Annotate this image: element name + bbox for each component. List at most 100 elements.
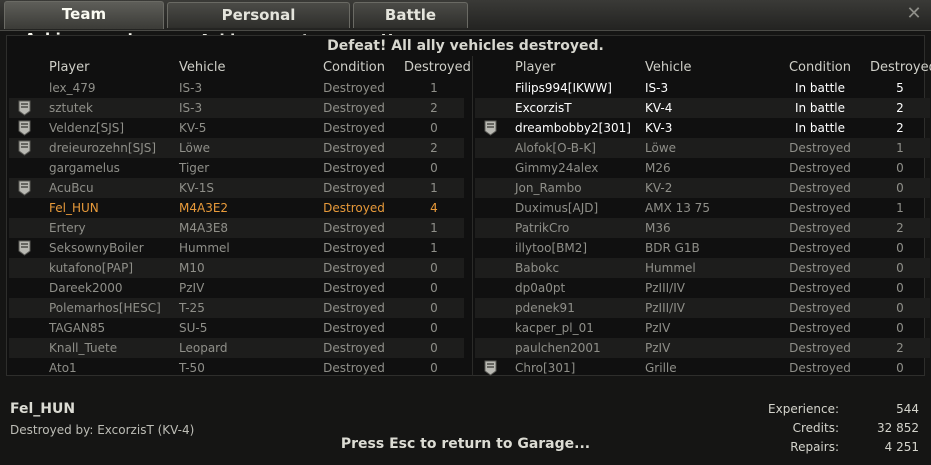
player-name-cell: dreieurozehn[SJS] <box>49 141 157 155</box>
condition-cell: Destroyed <box>323 141 385 155</box>
table-row[interactable]: Duximus[AJD] AMX 13 75 Destroyed 1 <box>475 198 930 218</box>
destroyed-cell: 2 <box>896 101 904 115</box>
player-name-cell: Filips994[IKWW] <box>515 81 612 95</box>
player-name-cell: ExcorzisT <box>515 101 572 115</box>
table-row[interactable]: dreieurozehn[SJS] Löwe Destroyed 2 <box>9 138 464 158</box>
vehicle-cell: Grille <box>645 361 677 375</box>
destroyed-cell: 0 <box>430 341 438 355</box>
destroyed-cell: 1 <box>430 221 438 235</box>
condition-cell: Destroyed <box>323 361 385 375</box>
table-row[interactable]: pdenek91 PzIII/IV Destroyed 0 <box>475 298 930 318</box>
condition-cell: Destroyed <box>323 101 385 115</box>
tab-team-achievements[interactable]: Team Achievements <box>4 1 164 48</box>
condition-cell: Destroyed <box>323 181 385 195</box>
player-name-cell: gargamelus <box>49 161 120 175</box>
table-row[interactable]: lex_479 IS-3 Destroyed 1 <box>9 78 464 98</box>
destroyed-cell: 0 <box>896 361 904 375</box>
header-player[interactable]: Player <box>49 58 89 78</box>
battle-results-window: Team Achievements Personal Achievements … <box>0 0 931 465</box>
destroyed-cell: 0 <box>430 321 438 335</box>
vehicle-cell: T-50 <box>179 361 205 375</box>
table-row[interactable]: Knall_Tuete Leopard Destroyed 0 <box>9 338 464 358</box>
table-row[interactable]: TAGAN85 SU-5 Destroyed 0 <box>9 318 464 338</box>
header-destroyed[interactable]: Destroyed <box>404 58 471 78</box>
destroyed-cell: 1 <box>430 181 438 195</box>
table-row[interactable]: kacper_pl_01 PzIV Destroyed 0 <box>475 318 930 338</box>
header-vehicle[interactable]: Vehicle <box>179 58 226 78</box>
table-row[interactable]: dreambobby2[301] KV-3 In battle 2 <box>475 118 930 138</box>
destroyed-cell: 0 <box>896 321 904 335</box>
condition-cell: Destroyed <box>789 141 851 155</box>
destroyed-cell: 0 <box>896 161 904 175</box>
destroyed-cell: 2 <box>896 341 904 355</box>
vehicle-cell: PzIV <box>645 321 671 335</box>
condition-cell: Destroyed <box>789 241 851 255</box>
close-icon[interactable]: ✕ <box>905 4 923 24</box>
condition-cell: In battle <box>794 121 846 135</box>
vehicle-cell: KV-2 <box>645 181 673 195</box>
stat-label: Repairs: <box>790 440 839 454</box>
player-name-cell: SeksownyBoiler <box>49 241 144 255</box>
table-row[interactable]: SeksownyBoiler Hummel Destroyed 1 <box>9 238 464 258</box>
header-destroyed[interactable]: Destroyed <box>870 58 931 78</box>
table-row[interactable]: Alofok[O-B-K] Löwe Destroyed 1 <box>475 138 930 158</box>
medal-icon <box>484 120 497 136</box>
table-row[interactable]: dp0a0pt PzIII/IV Destroyed 0 <box>475 278 930 298</box>
tab-bar: Team Achievements Personal Achievements … <box>0 0 931 49</box>
team-divider <box>472 56 473 376</box>
destroyed-cell: 0 <box>896 261 904 275</box>
tab-battle-heroes[interactable]: Battle Heroes <box>353 2 468 49</box>
player-name-cell: Ertery <box>49 221 86 235</box>
table-row[interactable]: Filips994[IKWW] IS-3 In battle 5 <box>475 78 930 98</box>
tab-personal-achievements[interactable]: Personal Achievements <box>167 2 350 49</box>
table-row[interactable]: illytoo[BM2] BDR G1B Destroyed 0 <box>475 238 930 258</box>
table-row[interactable]: Ertery M4A3E8 Destroyed 1 <box>9 218 464 238</box>
table-row[interactable]: Ato1 T-50 Destroyed 0 <box>9 358 464 378</box>
medal-icon <box>18 180 31 196</box>
condition-cell: Destroyed <box>323 221 385 235</box>
table-row[interactable]: Veldenz[SJS] KV-5 Destroyed 0 <box>9 118 464 138</box>
player-name-cell: Ato1 <box>49 361 77 375</box>
player-name-cell: PatrikCro <box>515 221 570 235</box>
table-row[interactable]: paulchen2001 PzIV Destroyed 2 <box>475 338 930 358</box>
condition-cell: Destroyed <box>323 201 385 215</box>
table-row[interactable]: Gimmy24alex M26 Destroyed 0 <box>475 158 930 178</box>
table-row[interactable]: PatrikCro M36 Destroyed 2 <box>475 218 930 238</box>
header-vehicle[interactable]: Vehicle <box>645 58 692 78</box>
vehicle-cell: IS-3 <box>645 81 669 95</box>
destroyed-cell: 2 <box>430 101 438 115</box>
table-row[interactable]: Babokc Hummel Destroyed 0 <box>475 258 930 278</box>
condition-cell: Destroyed <box>789 261 851 275</box>
table-row[interactable]: ExcorzisT KV-4 In battle 2 <box>475 98 930 118</box>
destroyed-cell: 1 <box>430 81 438 95</box>
enemy-rows: Filips994[IKWW] IS-3 In battle 5 ExcorzisT KV… <box>475 78 930 378</box>
stat-value: 32 852 <box>877 421 919 435</box>
condition-cell: Destroyed <box>789 201 851 215</box>
table-row[interactable]: AcuBcu KV-1S Destroyed 1 <box>9 178 464 198</box>
table-row[interactable]: gargamelus Tiger Destroyed 0 <box>9 158 464 178</box>
table-row[interactable]: sztutek IS-3 Destroyed 2 <box>9 98 464 118</box>
destroyed-cell: 0 <box>430 121 438 135</box>
vehicle-cell: KV-1S <box>179 181 214 195</box>
vehicle-cell: PzIII/IV <box>645 281 685 295</box>
header-condition[interactable]: Condition <box>775 58 865 78</box>
stat-label: Credits: <box>792 421 839 435</box>
player-name-cell: AcuBcu <box>49 181 94 195</box>
table-row[interactable]: Chro[301] Grille Destroyed 0 <box>475 358 930 378</box>
results-panel: Defeat! All ally vehicles destroyed. Pla… <box>6 35 931 378</box>
header-condition[interactable]: Condition <box>309 58 399 78</box>
header-player[interactable]: Player <box>515 58 555 78</box>
vehicle-cell: M10 <box>179 261 205 275</box>
medal-icon <box>484 360 497 376</box>
vehicle-cell: SU-5 <box>179 321 208 335</box>
table-row[interactable]: Fel_HUN M4A3E2 Destroyed 4 <box>9 198 464 218</box>
vehicle-cell: KV-3 <box>645 121 673 135</box>
table-row[interactable]: Polemarhos[HESC] T-25 Destroyed 0 <box>9 298 464 318</box>
condition-cell: Destroyed <box>789 161 851 175</box>
table-row[interactable]: Dareek2000 PzIV Destroyed 0 <box>9 278 464 298</box>
destroyed-cell: 0 <box>430 361 438 375</box>
experience-stat: Experience: 544 <box>0 402 931 420</box>
table-row[interactable]: Jon_Rambo KV-2 Destroyed 0 <box>475 178 930 198</box>
table-row[interactable]: kutafono[PAP] M10 Destroyed 0 <box>9 258 464 278</box>
player-name-cell: pdenek91 <box>515 301 575 315</box>
